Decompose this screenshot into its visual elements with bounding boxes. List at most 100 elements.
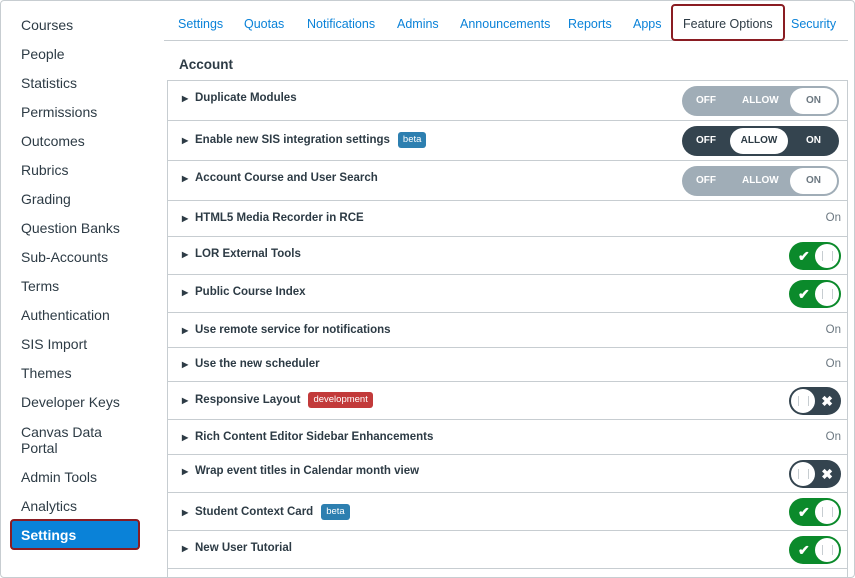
caret-right-icon: ▶ [182,395,189,405]
sidebar-item-sis-import[interactable]: SIS Import [10,336,140,352]
sidebar-item-developer-keys[interactable]: Developer Keys [10,394,140,410]
caret-right-icon: ▶ [182,507,189,517]
sidebar-item-statistics[interactable]: Statistics [10,75,140,91]
switch-allow-option[interactable]: ALLOW [742,175,779,186]
sidebar-item-question-banks[interactable]: Question Banks [10,220,140,236]
tab-announcements[interactable]: Announcements [460,17,550,31]
caret-right-icon: ▶ [182,93,189,103]
switch-on-option[interactable]: ON [806,135,821,146]
feature-name: LOR External Tools [195,248,301,260]
feature-row: ▶ Public Course Index ✔ [168,275,847,313]
check-icon: ✔ [798,248,810,264]
tab-feature-options[interactable]: Feature Options [671,4,785,41]
sidebar-item-terms[interactable]: Terms [10,278,140,294]
feature-name: Account Course and User Search [195,172,378,184]
feature-row: ▶ Account Course and User Search OFF ALL… [168,161,847,201]
tab-security[interactable]: Security [791,17,836,31]
feature-toggle-expand[interactable]: ▶ Use remote service for notifications [182,324,391,336]
feature-toggle-switch[interactable]: ✖ [789,387,841,415]
feature-toggle-switch[interactable]: ✔ [789,536,841,564]
settings-tabs: Settings Quotas Notifications Admins Ann… [164,1,848,41]
caret-right-icon: ▶ [182,543,189,553]
feature-row: ▶ Responsive Layout development ✖ [168,382,847,420]
sidebar-item-authentication[interactable]: Authentication [10,307,140,323]
feature-state-switch[interactable]: OFF ALLOW ON [682,126,839,156]
feature-state-text: On [825,324,841,336]
feature-state-text: On [825,358,841,370]
beta-badge: beta [321,504,350,520]
section-title: Account [179,57,233,72]
tab-reports[interactable]: Reports [568,17,612,31]
feature-toggle-switch[interactable]: ✔ [789,280,841,308]
toggle-knob [815,282,839,306]
sidebar-item-admin-tools[interactable]: Admin Tools [10,469,140,485]
caret-right-icon: ▶ [182,287,189,297]
feature-row: ▶ Student Context Card beta ✔ [168,493,847,531]
sidebar-item-courses[interactable]: Courses [10,17,140,33]
feature-row: ▶ LOR External Tools ✔ [168,237,847,275]
feature-state-switch[interactable]: OFF ALLOW ON [682,86,839,116]
feature-toggle-switch[interactable]: ✖ [789,460,841,488]
feature-state-switch[interactable]: OFF ALLOW ON [682,166,839,196]
feature-toggle-expand[interactable]: ▶ Public Course Index [182,286,306,298]
toggle-knob [815,500,839,524]
tab-quotas[interactable]: Quotas [244,17,284,31]
caret-right-icon: ▶ [182,466,189,476]
feature-name: New User Tutorial [195,542,292,554]
caret-right-icon: ▶ [182,135,189,145]
feature-toggle-expand[interactable]: ▶ New User Tutorial [182,542,292,554]
tab-apps[interactable]: Apps [633,17,662,31]
feature-toggle-expand[interactable]: ▶ Rich Content Editor Sidebar Enhancemen… [182,431,433,443]
feature-row: ▶ HTML5 Media Recorder in RCE On [168,201,847,237]
sidebar-item-rubrics[interactable]: Rubrics [10,162,140,178]
switch-off-option[interactable]: OFF [696,135,716,146]
tab-notifications[interactable]: Notifications [307,17,375,31]
feature-state-text: On [825,212,841,224]
sidebar-item-permissions[interactable]: Permissions [10,104,140,120]
sidebar-item-themes[interactable]: Themes [10,365,140,381]
feature-row: ▶ Rich Content Editor Sidebar Enhancemen… [168,420,847,455]
feature-row: ▶ Enable new SIS integration settings be… [168,121,847,161]
caret-right-icon: ▶ [182,173,189,183]
feature-toggle-expand[interactable]: ▶ HTML5 Media Recorder in RCE [182,212,364,224]
sidebar-item-outcomes[interactable]: Outcomes [10,133,140,149]
toggle-knob [791,389,815,413]
check-icon: ✔ [798,504,810,520]
switch-allow-option-selected[interactable]: ALLOW [730,128,788,154]
feature-toggle-expand[interactable]: ▶ Responsive Layout development [182,392,373,408]
sidebar-item-settings[interactable]: Settings [10,519,140,550]
sidebar-item-analytics[interactable]: Analytics [10,498,140,514]
feature-toggle-switch[interactable]: ✔ [789,498,841,526]
x-icon: ✖ [821,393,833,409]
switch-on-option-selected[interactable]: ON [790,88,837,114]
tab-admins[interactable]: Admins [397,17,439,31]
feature-toggle-expand[interactable]: ▶ LOR External Tools [182,248,301,260]
feature-toggle-expand[interactable]: ▶ Student Context Card beta [182,504,350,520]
sidebar-item-people[interactable]: People [10,46,140,62]
switch-off-option[interactable]: OFF [696,95,716,106]
feature-toggle-switch[interactable]: ✔ [789,242,841,270]
feature-toggle-expand[interactable]: ▶ Account Course and User Search [182,172,378,184]
sidebar-item-canvas-data-portal[interactable]: Canvas Data Portal [10,424,140,456]
switch-on-option-selected[interactable]: ON [790,168,837,194]
feature-toggle-expand[interactable]: ▶ Wrap event titles in Calendar month vi… [182,465,419,477]
feature-toggle-expand[interactable]: ▶ Duplicate Modules [182,92,297,104]
tab-settings[interactable]: Settings [178,17,223,31]
sidebar-item-grading[interactable]: Grading [10,191,140,207]
feature-name: Use the new scheduler [195,358,320,370]
feature-toggle-expand[interactable]: ▶ Enable new SIS integration settings be… [182,132,427,148]
check-icon: ✔ [798,286,810,302]
switch-allow-option[interactable]: ALLOW [742,95,779,106]
feature-name: Responsive Layout [195,394,301,406]
feature-toggle-expand[interactable]: ▶ Use the new scheduler [182,358,320,370]
check-icon: ✔ [798,542,810,558]
feature-row: ▶ Duplicate Modules OFF ALLOW ON [168,81,847,121]
switch-off-option[interactable]: OFF [696,175,716,186]
feature-row: ▶ New User Tutorial ✔ [168,531,847,569]
feature-name: HTML5 Media Recorder in RCE [195,212,364,224]
caret-right-icon: ▶ [182,359,189,369]
sidebar-item-sub-accounts[interactable]: Sub-Accounts [10,249,140,265]
feature-state-text: On [825,431,841,443]
toggle-knob [815,538,839,562]
caret-right-icon: ▶ [182,325,189,335]
